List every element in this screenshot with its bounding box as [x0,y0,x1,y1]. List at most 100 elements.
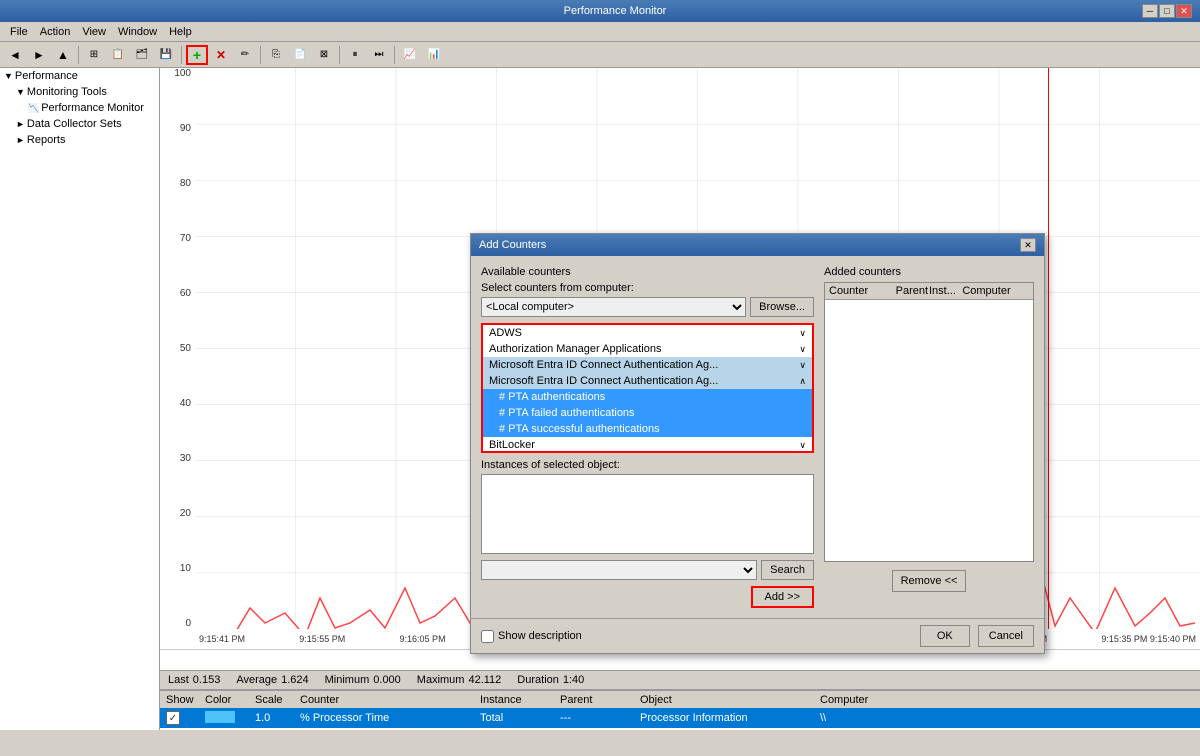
dialog-close-button[interactable]: ✕ [1020,238,1036,252]
dialog-footer: Show description OK Cancel [471,618,1044,653]
forward-button[interactable]: ► [28,45,50,65]
title-bar: Performance Monitor ─ □ ✕ [0,0,1200,22]
sidebar-label-reports: Reports [27,134,66,146]
sidebar-label-performance: Performance [15,70,78,82]
sidebar-item-data-collector-sets[interactable]: ► Data Collector Sets [0,116,159,132]
added-col-header-inst: Inst... [929,285,962,297]
dialog-body: Available counters Select counters from … [471,256,1044,618]
save-button[interactable]: 💾 [155,45,177,65]
search-button[interactable]: Search [761,560,814,580]
show-description-checkbox[interactable] [481,630,494,643]
monitor-icon: 📉 [28,103,39,114]
paste-button[interactable]: 📄 [289,45,311,65]
sidebar: ▼ Performance ▼ Monitoring Tools 📉 Perfo… [0,68,160,730]
app-title: Performance Monitor [88,5,1142,17]
menu-action[interactable]: Action [34,24,77,40]
added-col-header-computer: Computer [962,285,1029,297]
counter-item-pta-auth[interactable]: # PTA authentications [483,389,812,405]
added-header-row: Counter Parent Inst... Computer [825,283,1033,300]
counter-item-adws[interactable]: ADWS ∨ [483,325,812,341]
toolbar-sep-5 [394,46,395,64]
menu-view[interactable]: View [76,24,112,40]
counter-item-label: ADWS [489,327,522,339]
counter-item-pta-failed[interactable]: # PTA failed authentications [483,405,812,421]
dialog-title-bar: Add Counters ✕ [471,234,1044,256]
minimize-button[interactable]: ─ [1142,4,1158,18]
sidebar-item-reports[interactable]: ► Reports [0,132,159,148]
dialog-right-panel: Added counters Counter Parent Inst... Co… [824,266,1034,608]
counter-list[interactable]: ADWS ∨ Authorization Manager Application… [481,323,814,453]
toolbar-sep-3 [260,46,261,64]
next-button[interactable]: ⏭ [368,45,390,65]
window-controls[interactable]: ─ □ ✕ [1142,4,1192,18]
expand-chevron: ∨ [799,344,806,355]
new-collector-button[interactable]: 🗂 [131,45,153,65]
toolbar-sep-2 [181,46,182,64]
counter-item-label: Authorization Manager Applications [489,343,661,355]
show-description-row: Show description [481,630,582,643]
content-area: 100 90 80 70 60 50 40 30 20 10 0 [160,68,1200,730]
add-counters-dialog: Add Counters ✕ Available counters Select… [470,233,1045,654]
sidebar-label-perf-monitor: Performance Monitor [41,102,144,114]
view-hist-button[interactable]: 📊 [423,45,445,65]
counter-item-label: # PTA authentications [499,391,605,403]
expand-chevron: ∨ [799,328,806,339]
delete-button[interactable]: ✕ [210,45,232,65]
search-input[interactable] [481,560,757,580]
sidebar-item-performance[interactable]: ▼ Performance [0,68,159,84]
available-label: Available counters [481,266,814,278]
added-col-header-parent: Parent [896,285,929,297]
added-counters-panel: Counter Parent Inst... Computer [824,282,1034,562]
show-description-label: Show description [498,630,582,642]
expand-chevron: ∧ [799,376,806,387]
computer-dropdown[interactable]: <Local computer> [481,297,746,317]
sidebar-item-perf-monitor[interactable]: 📉 Performance Monitor [0,100,159,116]
dialog-title-text: Add Counters [479,239,546,251]
add-btn-row: Add >> [481,586,814,608]
dialog-overlay: Add Counters ✕ Available counters Select… [160,68,1200,730]
sidebar-label-monitoring-tools: Monitoring Tools [27,86,107,98]
counter-item-entra-2[interactable]: Microsoft Entra ID Connect Authenticatio… [483,373,812,389]
menu-window[interactable]: Window [112,24,163,40]
cancel-button[interactable]: Cancel [978,625,1034,647]
show-hide-button[interactable]: ⊞ [83,45,105,65]
view-line-button[interactable]: 📈 [399,45,421,65]
restore-button[interactable]: □ [1159,4,1175,18]
counter-item-pta-success[interactable]: # PTA successful authentications [483,421,812,437]
sidebar-item-monitoring-tools[interactable]: ▼ Monitoring Tools [0,84,159,100]
toolbar-sep-4 [339,46,340,64]
add-counter-button[interactable]: + [186,45,208,65]
instances-label: Instances of selected object: [481,459,814,471]
plus-icon: + [193,47,201,63]
close-button[interactable]: ✕ [1176,4,1192,18]
counter-item-auth-mgr[interactable]: Authorization Manager Applications ∨ [483,341,812,357]
ok-button[interactable]: OK [920,625,970,647]
counter-item-label: BitLocker [489,439,535,451]
expand-arrow-mt: ▼ [16,87,25,97]
remove-btn-row: Remove << [824,566,1034,592]
computer-select-row: <Local computer> Browse... [481,297,814,317]
sidebar-label-data-collector-sets: Data Collector Sets [27,118,122,130]
menu-file[interactable]: File [4,24,34,40]
remove-button[interactable]: Remove << [892,570,967,592]
copy-button[interactable]: ⎘ [265,45,287,65]
counter-item-label: # PTA successful authentications [499,423,660,435]
counter-item-label: Microsoft Entra ID Connect Authenticatio… [489,359,718,371]
up-button[interactable]: ▲ [52,45,74,65]
counter-item-entra-1[interactable]: Microsoft Entra ID Connect Authenticatio… [483,357,812,373]
menu-bar: File Action View Window Help [0,22,1200,42]
counter-item-bitlocker[interactable]: BitLocker ∨ [483,437,812,453]
back-button[interactable]: ◄ [4,45,26,65]
add-button[interactable]: Add >> [751,586,814,608]
expand-arrow-reports: ► [16,135,25,145]
toolbar: ◄ ► ▲ ⊞ 📋 🗂 💾 + ✕ ✏ ⎘ 📄 ⊠ ⏸ ⏭ 📈 📊 [0,42,1200,68]
freeze-button[interactable]: ⏸ [344,45,366,65]
clear-button[interactable]: ⊠ [313,45,335,65]
counter-item-label: Microsoft Entra ID Connect Authenticatio… [489,375,718,387]
dialog-left-panel: Available counters Select counters from … [481,266,814,608]
properties2-button[interactable]: ✏ [234,45,256,65]
properties-button[interactable]: 📋 [107,45,129,65]
browse-button[interactable]: Browse... [750,297,814,317]
main-layout: ▼ Performance ▼ Monitoring Tools 📉 Perfo… [0,68,1200,730]
menu-help[interactable]: Help [163,24,198,40]
